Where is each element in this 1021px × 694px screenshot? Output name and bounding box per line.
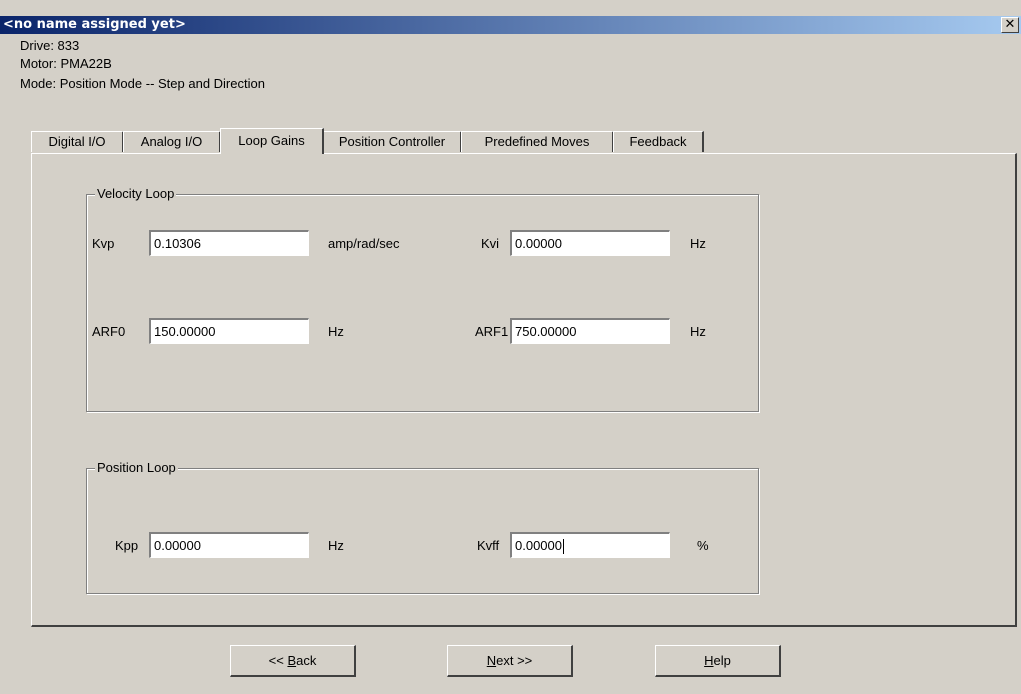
tab-label: Loop Gains (238, 133, 305, 148)
back-label-rest: ack (296, 653, 317, 668)
back-mnemonic: B (287, 653, 297, 668)
motor-info: Motor: PMA22B (20, 56, 112, 71)
kvff-input[interactable]: 0.00000 (510, 532, 670, 558)
help-label-rest: elp (713, 653, 731, 668)
close-icon: ✕ (1004, 17, 1016, 32)
next-mnemonic: N (486, 653, 497, 668)
close-button[interactable]: ✕ (1001, 17, 1019, 33)
kpp-value: 0.00000 (154, 538, 201, 553)
kvi-value: 0.00000 (515, 236, 562, 251)
arf1-label: ARF1 (475, 324, 509, 339)
kvff-value: 0.00000 (515, 538, 562, 553)
position-loop-title: Position Loop (95, 460, 178, 475)
arf0-unit: Hz (328, 324, 344, 339)
tab-label: Predefined Moves (484, 134, 590, 149)
kvff-label: Kvff (477, 538, 500, 553)
kpp-input[interactable]: 0.00000 (149, 532, 309, 558)
arf1-unit: Hz (690, 324, 706, 339)
help-mnemonic: H (704, 653, 714, 668)
tab-digital-io[interactable]: Digital I/O (31, 131, 124, 152)
next-label-rest: ext >> (496, 653, 533, 668)
tab-predefined-moves[interactable]: Predefined Moves (461, 131, 614, 152)
kvi-unit: Hz (690, 236, 706, 251)
help-button[interactable]: Help (655, 645, 781, 677)
window-title: <no name assigned yet> (3, 17, 186, 32)
arf0-value: 150.00000 (154, 324, 216, 339)
back-button[interactable]: << Back (230, 645, 356, 677)
wizard-window: <no name assigned yet> ✕ Drive: 833 Moto… (0, 0, 1021, 694)
text-caret (563, 539, 564, 555)
velocity-loop-group: Velocity Loop (86, 186, 759, 412)
title-bar: <no name assigned yet> ✕ (0, 16, 1021, 34)
kvp-label: Kvp (92, 236, 115, 251)
tab-loop-gains[interactable]: Loop Gains (220, 128, 324, 154)
kvp-input[interactable]: 0.10306 (149, 230, 309, 256)
position-loop-group: Position Loop (86, 460, 759, 594)
tab-label: Digital I/O (48, 134, 106, 149)
arf1-value: 750.00000 (515, 324, 577, 339)
tab-label: Analog I/O (140, 134, 203, 149)
tab-label: Position Controller (338, 134, 446, 149)
tab-analog-io[interactable]: Analog I/O (123, 131, 221, 152)
mode-info: Mode: Position Mode -- Step and Directio… (20, 76, 265, 91)
kvp-unit: amp/rad/sec (328, 236, 400, 251)
drive-info: Drive: 833 (20, 38, 80, 53)
tab-label: Feedback (629, 134, 687, 149)
arf1-input[interactable]: 750.00000 (510, 318, 670, 344)
back-label-prefix: << (268, 653, 288, 668)
arf0-input[interactable]: 150.00000 (149, 318, 309, 344)
velocity-loop-title: Velocity Loop (95, 186, 177, 201)
kpp-unit: Hz (328, 538, 344, 553)
kvp-value: 0.10306 (154, 236, 201, 251)
kvff-unit: % (697, 538, 709, 553)
tab-position-controller[interactable]: Position Controller (323, 131, 462, 152)
kpp-label: Kpp (115, 538, 139, 553)
kvi-input[interactable]: 0.00000 (510, 230, 670, 256)
kvi-label: Kvi (481, 236, 500, 251)
next-button[interactable]: Next >> (447, 645, 573, 677)
tab-feedback[interactable]: Feedback (613, 131, 704, 152)
arf0-label: ARF0 (92, 324, 126, 339)
